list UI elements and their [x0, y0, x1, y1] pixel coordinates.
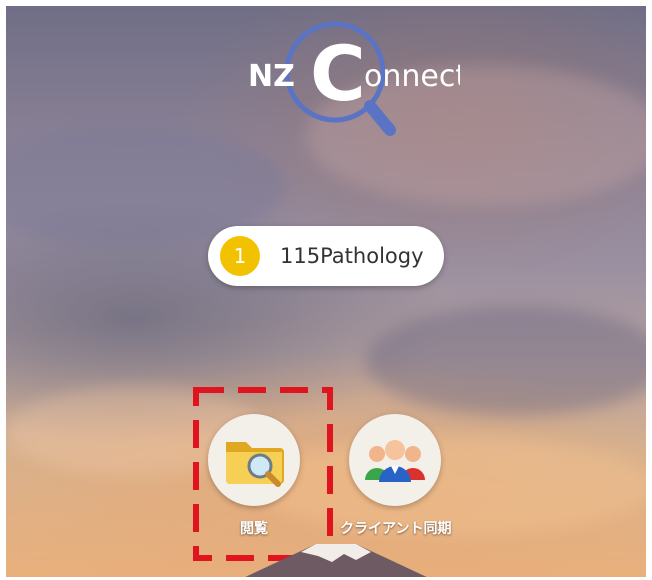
app-logo: NZ C onnect: [240, 12, 467, 142]
mountain-peak: [245, 544, 427, 577]
app-client-sync-circle[interactable]: [349, 414, 441, 506]
user-selector[interactable]: 1 115Pathology: [208, 226, 444, 286]
user-badge: 1: [220, 236, 260, 276]
people-group-icon: [365, 440, 425, 482]
app-client-sync[interactable]: クライアント同期: [340, 414, 451, 538]
logo-letter: C: [310, 29, 366, 118]
user-name: 115Pathology: [280, 244, 424, 268]
background-wallpaper: NZ C onnect 1 115Pathology 閲覧 クライアント同期: [6, 6, 646, 577]
logo-connect: onnect: [364, 59, 460, 94]
logo-nz: NZ: [248, 59, 295, 94]
